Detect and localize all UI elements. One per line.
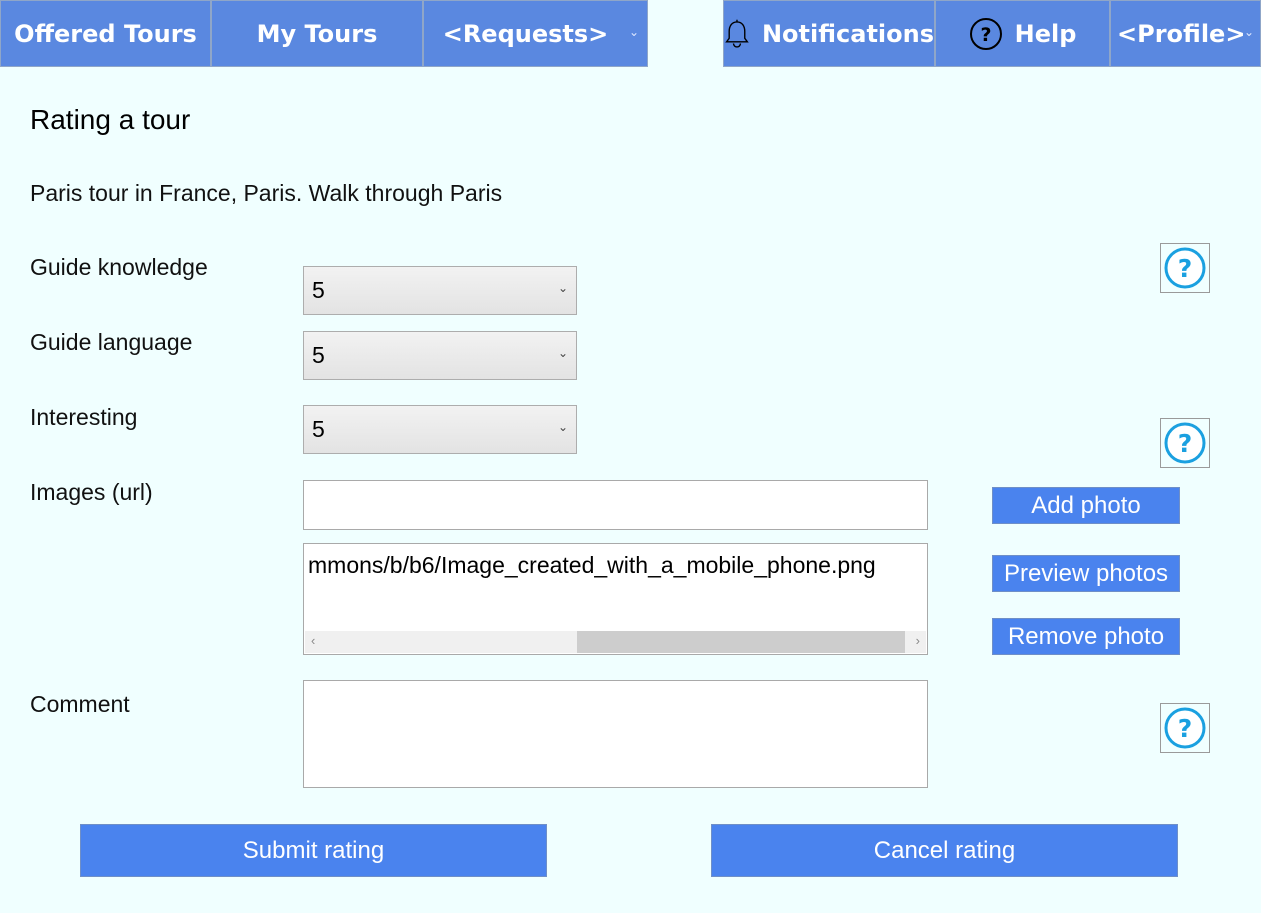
question-circle-icon: ? bbox=[1164, 422, 1206, 464]
comment-label: Comment bbox=[30, 691, 130, 717]
nav-offered-tours[interactable]: Offered Tours bbox=[0, 0, 211, 67]
submit-rating-button[interactable]: Submit rating bbox=[80, 824, 547, 877]
nav-profile-dropdown[interactable]: <Profile> ⌄ bbox=[1110, 0, 1261, 67]
guide-knowledge-select[interactable]: 5 ⌄ bbox=[303, 266, 577, 315]
image-url-input[interactable] bbox=[303, 480, 928, 530]
nav-requests-dropdown[interactable]: <Requests> ⌄ bbox=[423, 0, 648, 67]
help-button-comment[interactable]: ? bbox=[1160, 703, 1210, 753]
guide-knowledge-label: Guide knowledge bbox=[30, 254, 208, 280]
image-list[interactable]: mmons/b/b6/Image_created_with_a_mobile_p… bbox=[303, 543, 928, 655]
page-title: Rating a tour bbox=[30, 104, 191, 135]
chevron-down-icon: ⌄ bbox=[628, 25, 639, 39]
svg-text:?: ? bbox=[1178, 429, 1193, 458]
scroll-left-icon[interactable]: ‹ bbox=[311, 633, 315, 648]
images-label: Images (url) bbox=[30, 479, 153, 505]
image-list-item[interactable]: mmons/b/b6/Image_created_with_a_mobile_p… bbox=[308, 552, 876, 579]
add-photo-button[interactable]: Add photo bbox=[992, 487, 1180, 524]
nav-help-label: Help bbox=[1014, 19, 1077, 48]
guide-knowledge-value: 5 bbox=[312, 277, 325, 303]
interesting-select[interactable]: 5 ⌄ bbox=[303, 405, 577, 454]
nav-notifications[interactable]: Notifications bbox=[723, 0, 935, 67]
nav-requests-label: <Requests> bbox=[442, 19, 609, 48]
scroll-right-icon[interactable]: › bbox=[916, 633, 920, 648]
svg-text:?: ? bbox=[980, 24, 991, 46]
help-button-images[interactable]: ? bbox=[1160, 418, 1210, 468]
question-circle-icon: ? bbox=[969, 17, 1002, 50]
bell-icon bbox=[725, 19, 749, 48]
cancel-rating-button[interactable]: Cancel rating bbox=[711, 824, 1178, 877]
guide-language-label: Guide language bbox=[30, 329, 193, 355]
guide-language-value: 5 bbox=[312, 342, 325, 368]
question-circle-icon: ? bbox=[1164, 707, 1206, 749]
interesting-label: Interesting bbox=[30, 404, 138, 430]
nav-help[interactable]: ? Help bbox=[935, 0, 1110, 67]
horizontal-scrollbar[interactable]: ‹ › bbox=[305, 631, 926, 653]
nav-my-tours-label: My Tours bbox=[256, 19, 378, 48]
chevron-down-icon: ⌄ bbox=[557, 346, 568, 360]
svg-text:?: ? bbox=[1178, 714, 1193, 743]
nav-offered-tours-label: Offered Tours bbox=[14, 19, 197, 48]
nav-profile-label: <Profile> bbox=[1117, 19, 1246, 48]
chevron-down-icon: ⌄ bbox=[557, 420, 568, 434]
interesting-value: 5 bbox=[312, 416, 325, 442]
guide-language-select[interactable]: 5 ⌄ bbox=[303, 331, 577, 380]
question-circle-icon: ? bbox=[1164, 247, 1206, 289]
remove-photo-button[interactable]: Remove photo bbox=[992, 618, 1180, 655]
nav-notifications-label: Notifications bbox=[761, 19, 934, 48]
preview-photos-button[interactable]: Preview photos bbox=[992, 555, 1180, 592]
svg-text:?: ? bbox=[1178, 254, 1193, 283]
scrollbar-thumb[interactable] bbox=[577, 631, 905, 653]
help-button-ratings[interactable]: ? bbox=[1160, 243, 1210, 293]
nav-my-tours[interactable]: My Tours bbox=[211, 0, 423, 67]
tour-description: Paris tour in France, Paris. Walk throug… bbox=[30, 180, 503, 206]
chevron-down-icon: ⌄ bbox=[557, 281, 568, 295]
comment-field[interactable] bbox=[303, 680, 928, 788]
chevron-down-icon: ⌄ bbox=[1243, 25, 1254, 39]
